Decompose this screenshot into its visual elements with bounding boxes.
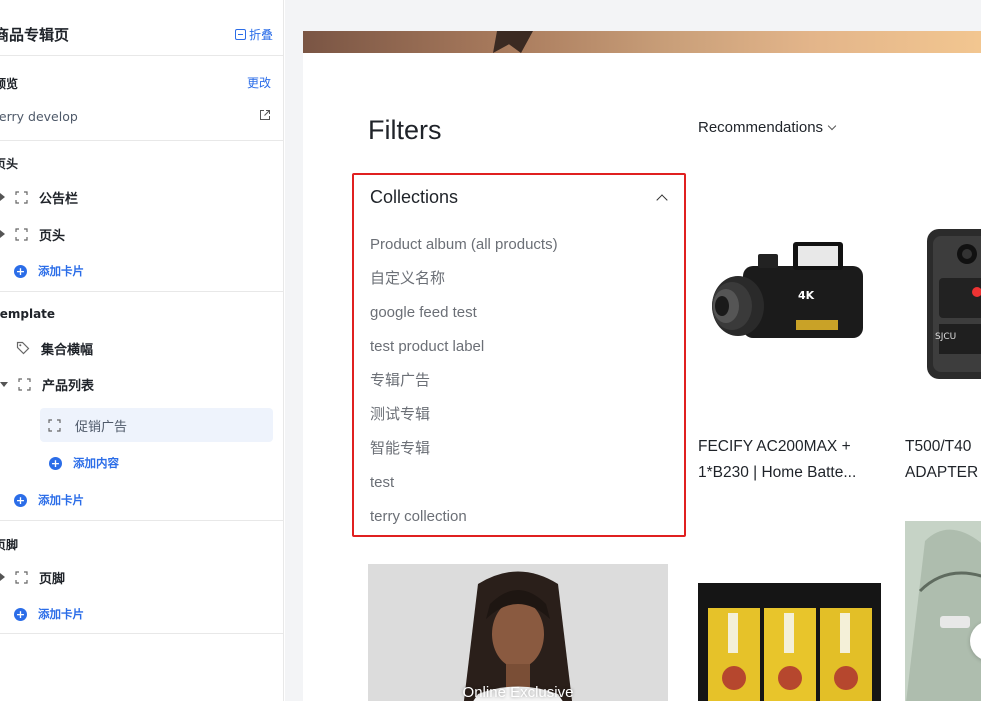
books-illustration — [698, 583, 881, 701]
add-content-button[interactable]: + 添加内容 — [49, 453, 119, 473]
tree-item-promo-ad-selected[interactable]: 促销广告 — [40, 408, 273, 442]
plus-circle-icon: + — [14, 493, 27, 507]
plus-circle-icon: + — [14, 607, 27, 621]
section-frame-icon — [15, 190, 28, 204]
editor-sidebar: 商品专辑页 折叠 预览 更改 terry develop 页头 公告栏 页头 +… — [0, 0, 284, 701]
product-title[interactable]: FECIFY AC200MAX + 1*B230 | Home Batte... — [698, 434, 856, 486]
tree-item-label: 公告栏 — [39, 191, 79, 207]
section-frame-icon — [15, 227, 28, 241]
caret-down-icon[interactable] — [0, 381, 8, 387]
divider — [0, 140, 283, 141]
external-link-icon[interactable] — [259, 109, 271, 121]
header-section-label: 页头 — [0, 157, 19, 171]
divider — [0, 55, 283, 56]
preview-section-label: 预览 — [0, 77, 19, 91]
section-frame-icon — [18, 377, 31, 391]
store-preview-page: Filters Recommendations Collections Prod… — [303, 31, 981, 701]
collection-item[interactable]: test — [370, 473, 558, 507]
tree-item-label: 页脚 — [39, 571, 66, 587]
svg-text:SJCU: SJCU — [935, 332, 956, 342]
section-frame-icon — [15, 570, 28, 584]
collapse-icon — [234, 28, 246, 40]
footer-section-label: 页脚 — [0, 538, 19, 552]
product-title-line: FECIFY AC200MAX + — [698, 438, 851, 455]
add-card-button-template[interactable]: + 添加卡片 — [14, 490, 84, 510]
collection-item[interactable]: 自定义名称 — [370, 269, 558, 303]
banner-silhouette — [493, 31, 533, 53]
sort-dropdown[interactable]: Recommendations — [698, 119, 837, 136]
sort-label: Recommendations — [698, 119, 824, 136]
tree-item-label: 页头 — [39, 228, 66, 244]
collection-item[interactable]: 智能专辑 — [370, 439, 558, 473]
product-title-line: ADAPTER — [905, 464, 979, 481]
collection-item[interactable]: 测试专辑 — [370, 405, 558, 439]
promo-ad-image[interactable]: Online Exclusive — [368, 564, 668, 701]
tree-item-header[interactable]: 页头 — [0, 222, 65, 246]
section-frame-icon — [48, 418, 61, 432]
divider — [0, 291, 283, 292]
tree-item-label: 促销广告 — [75, 419, 128, 435]
product-image-device[interactable]: SJCU — [905, 224, 981, 384]
add-card-label: 添加卡片 — [38, 493, 84, 507]
tree-item-label: 集合横幅 — [41, 342, 94, 358]
product-title-line: 1*B230 | Home Batte... — [698, 464, 857, 481]
add-card-button-header[interactable]: + 添加卡片 — [14, 261, 84, 281]
svg-text:4K: 4K — [798, 289, 815, 302]
model-portrait-illustration — [368, 564, 668, 701]
collections-filter-panel: Collections Product album (all products)… — [352, 173, 686, 537]
template-section-label: template — [0, 307, 56, 321]
product-title[interactable]: T500/T40 ADAPTER — [905, 434, 978, 486]
chevron-up-icon[interactable] — [656, 194, 668, 206]
tree-item-announcement-bar[interactable]: 公告栏 — [0, 185, 78, 209]
caret-right-icon[interactable] — [0, 230, 5, 238]
collections-title: Collections — [370, 187, 459, 207]
collection-item[interactable]: terry collection — [370, 507, 558, 541]
product-image-bag[interactable] — [905, 521, 981, 701]
add-card-label: 添加卡片 — [38, 264, 84, 278]
add-card-button-footer[interactable]: + 添加卡片 — [14, 604, 84, 624]
divider — [0, 520, 283, 521]
tag-icon — [16, 341, 30, 355]
collapse-label: 折叠 — [248, 27, 273, 42]
collections-list: Product album (all products) 自定义名称 googl… — [370, 235, 558, 541]
tree-item-footer[interactable]: 页脚 — [0, 565, 65, 589]
tree-item-product-list[interactable]: 产品列表 — [0, 372, 94, 396]
sidebar-header: 商品专辑页 折叠 — [0, 20, 273, 48]
chevron-down-icon — [827, 121, 837, 131]
collections-filter-header[interactable]: Collections — [370, 187, 670, 208]
change-theme-link[interactable]: 更改 — [247, 74, 271, 91]
sidebar-title: 商品专辑页 — [0, 25, 70, 44]
product-image-books[interactable] — [698, 583, 881, 701]
camera-illustration: 4K — [712, 242, 863, 338]
caret-right-icon[interactable] — [0, 193, 5, 201]
collection-item[interactable]: Product album (all products) — [370, 235, 558, 269]
collection-banner-image[interactable] — [303, 31, 981, 53]
filters-heading: Filters — [368, 115, 442, 145]
add-card-label: 添加卡片 — [38, 607, 84, 621]
tree-item-label: 产品列表 — [42, 378, 95, 394]
device-illustration: SJCU — [927, 229, 981, 379]
promo-text: Online Exclusive — [462, 684, 574, 701]
add-content-label: 添加内容 — [73, 456, 119, 470]
plus-circle-icon: + — [49, 456, 62, 470]
collection-item[interactable]: test product label — [370, 337, 558, 371]
theme-name: terry develop — [0, 109, 78, 124]
product-title-line: T500/T40 — [905, 438, 972, 455]
divider — [0, 633, 283, 634]
collection-item[interactable]: 专辑广告 — [370, 371, 558, 405]
caret-right-icon[interactable] — [0, 573, 5, 581]
bag-illustration — [905, 521, 981, 701]
collection-item[interactable]: google feed test — [370, 303, 558, 337]
product-image-camera[interactable]: 4K — [698, 224, 880, 384]
tree-item-collection-banner[interactable]: 集合横幅 — [16, 336, 93, 360]
plus-circle-icon: + — [14, 264, 27, 278]
collapse-button[interactable]: 折叠 — [234, 26, 273, 43]
